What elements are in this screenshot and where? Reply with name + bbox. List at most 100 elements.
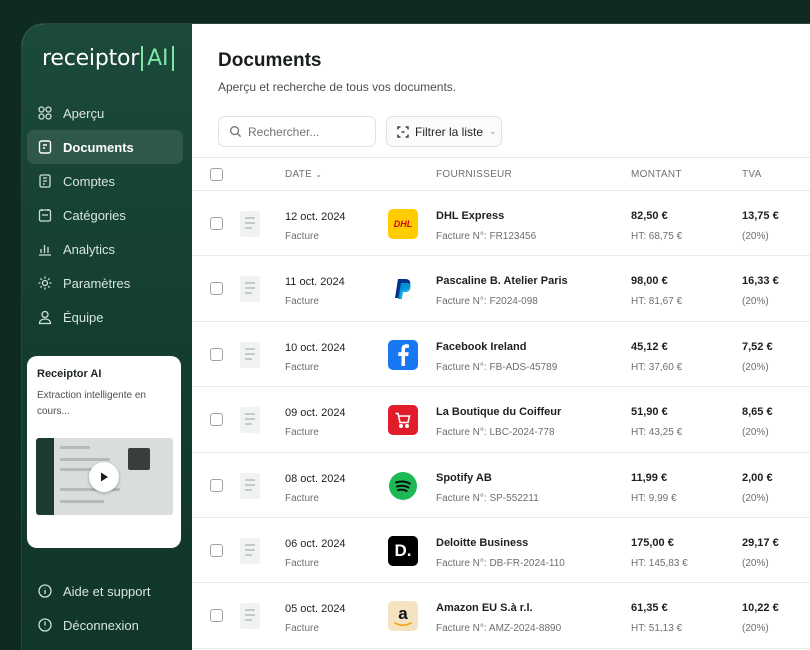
sidebar-item-label: Catégories [63, 207, 126, 223]
sidebar-item-analytics[interactable]: Analytics [27, 232, 183, 266]
sidebar-item-apercu[interactable]: Aperçu [27, 96, 183, 130]
cell-date: 06 oct. 2024 [285, 537, 346, 550]
row-checkbox[interactable] [210, 478, 223, 492]
promo-video[interactable] [36, 438, 173, 515]
cell-vat-rate: (20%) [742, 492, 769, 504]
document-thumbnail[interactable] [240, 211, 260, 237]
cell-type: Facture [285, 427, 319, 439]
help-support-link[interactable]: Aide et support [27, 574, 183, 608]
cell-amount: 45,12 € [631, 340, 668, 353]
document-icon [37, 139, 53, 155]
search-placeholder: Rechercher... [248, 124, 320, 139]
column-header-date[interactable]: DATE ⌄ [285, 169, 322, 180]
shopping-cart-icon [388, 405, 418, 436]
cell-type: Facture [285, 492, 319, 504]
cell-amount-ht: HT: 51,13 € [631, 623, 683, 635]
cell-invoice-ref: Facture N°: FR123456 [436, 231, 537, 242]
sidebar-item-equipe[interactable]: Équipe [27, 300, 183, 334]
row-checkbox[interactable] [210, 413, 223, 427]
cell-date: 08 oct. 2024 [285, 472, 346, 485]
sidebar-item-parametres[interactable]: Paramètres [27, 266, 183, 300]
info-icon [37, 583, 53, 599]
document-thumbnail[interactable] [240, 603, 260, 630]
document-thumbnail[interactable] [240, 341, 260, 368]
cell-type: Facture [285, 296, 319, 308]
cell-vat-rate: (20%) [742, 231, 769, 242]
receipt-icon [37, 173, 53, 189]
table-row[interactable]: 10 oct. 2024 Facture Facebook Ireland Fa… [192, 322, 810, 388]
sidebar: receiptor AI Aperçu Documents Comptes Ca… [22, 24, 192, 650]
folder-icon [37, 207, 53, 223]
cell-vat: 29,17 € [742, 536, 779, 549]
promo-description: Extraction intelligente en cours... [37, 390, 146, 417]
filter-button[interactable]: Filtrer la liste ⌄ [386, 116, 502, 147]
cell-vat-rate: (20%) [742, 557, 769, 569]
cell-vendor: Spotify AB [436, 471, 492, 484]
cell-amount-ht: HT: 43,25 € [631, 427, 683, 439]
cell-date: 12 oct. 2024 [285, 211, 346, 223]
chevron-down-icon: ⌄ [489, 126, 497, 136]
sidebar-item-label: Documents [63, 139, 134, 155]
cell-type: Facture [285, 557, 319, 569]
row-checkbox[interactable] [210, 609, 223, 623]
cell-amount: 98,00 € [631, 275, 668, 288]
cell-vendor: DHL Express [436, 210, 505, 222]
table-row[interactable]: 05 oct. 2024 Facture a Amazon EU S.à r.l… [192, 583, 810, 649]
table-row[interactable]: 12 oct. 2024 Facture DHL DHL Express Fac… [192, 191, 810, 257]
cell-invoice-ref: Facture N°: AMZ-2024-8890 [436, 623, 562, 635]
page-title: Documents [218, 50, 322, 71]
column-header-vat: TVA [742, 169, 762, 180]
play-button[interactable] [89, 462, 119, 492]
cell-vat: 8,65 € [742, 406, 773, 419]
cell-invoice-ref: Facture N°: F2024-098 [436, 296, 538, 308]
document-thumbnail[interactable] [240, 407, 260, 434]
row-checkbox[interactable] [210, 347, 223, 361]
cell-date: 10 oct. 2024 [285, 341, 346, 354]
gear-icon [37, 275, 53, 291]
cell-amount: 61,35 € [631, 602, 668, 615]
table-header: DATE ⌄ FOURNISSEUR MONTANT TVA [192, 157, 810, 191]
search-input[interactable]: Rechercher... [218, 116, 376, 147]
cell-vendor: Deloitte Business [436, 536, 529, 549]
cell-amount-ht: HT: 68,75 € [631, 231, 683, 242]
sidebar-item-label: Déconnexion [63, 617, 139, 633]
sidebar-item-label: Paramètres [63, 275, 131, 291]
user-icon [37, 309, 53, 325]
document-thumbnail[interactable] [240, 472, 260, 499]
cell-amount-ht: HT: 9,99 € [631, 492, 677, 504]
row-checkbox[interactable] [210, 217, 223, 230]
cell-vendor: La Boutique du Coiffeur [436, 406, 562, 419]
select-all-checkbox[interactable] [210, 168, 223, 181]
cell-vat-rate: (20%) [742, 623, 769, 635]
sidebar-item-documents[interactable]: Documents [27, 130, 183, 164]
sidebar-item-comptes[interactable]: Comptes [27, 164, 183, 198]
amazon-logo-text: a [398, 603, 408, 623]
video-thumbnail-sidebar [36, 438, 54, 515]
document-thumbnail[interactable] [240, 276, 260, 303]
page-subtitle: Aperçu et recherche de tous vos document… [218, 80, 457, 94]
logout-link[interactable]: Déconnexion [27, 608, 183, 642]
sidebar-item-categories[interactable]: Catégories [27, 198, 183, 232]
cell-vat: 16,33 € [742, 275, 779, 288]
table-row[interactable]: 06 oct. 2024 Facture D. Deloitte Busines… [192, 518, 810, 584]
column-header-label: DATE [285, 169, 313, 180]
app-logo[interactable]: receiptor AI [42, 46, 175, 71]
table-row[interactable]: 11 oct. 2024 Facture Pascaline B. Atelie… [192, 256, 810, 322]
brand-name: receiptor [42, 46, 140, 71]
logout-icon [37, 617, 53, 633]
row-checkbox[interactable] [210, 282, 223, 296]
cell-vat-rate: (20%) [742, 361, 769, 373]
sidebar-item-label: Aperçu [63, 105, 105, 121]
promo-title: Receiptor AI [37, 368, 102, 380]
cell-amount: 82,50 € [631, 210, 668, 222]
cell-invoice-ref: Facture N°: SP-552211 [436, 492, 539, 504]
table-row[interactable]: 09 oct. 2024 Facture La Boutique du Coif… [192, 387, 810, 453]
main-content: Documents Aperçu et recherche de tous vo… [192, 24, 810, 650]
grid-icon [37, 105, 53, 121]
cell-type: Facture [285, 231, 319, 242]
promo-card: Receiptor AI Extraction intelligente en … [27, 356, 181, 548]
table-row[interactable]: 08 oct. 2024 Facture Spotify AB Facture … [192, 453, 810, 518]
document-thumbnail[interactable] [240, 537, 260, 564]
cell-amount: 11,99 € [631, 471, 668, 484]
row-checkbox[interactable] [210, 543, 223, 557]
